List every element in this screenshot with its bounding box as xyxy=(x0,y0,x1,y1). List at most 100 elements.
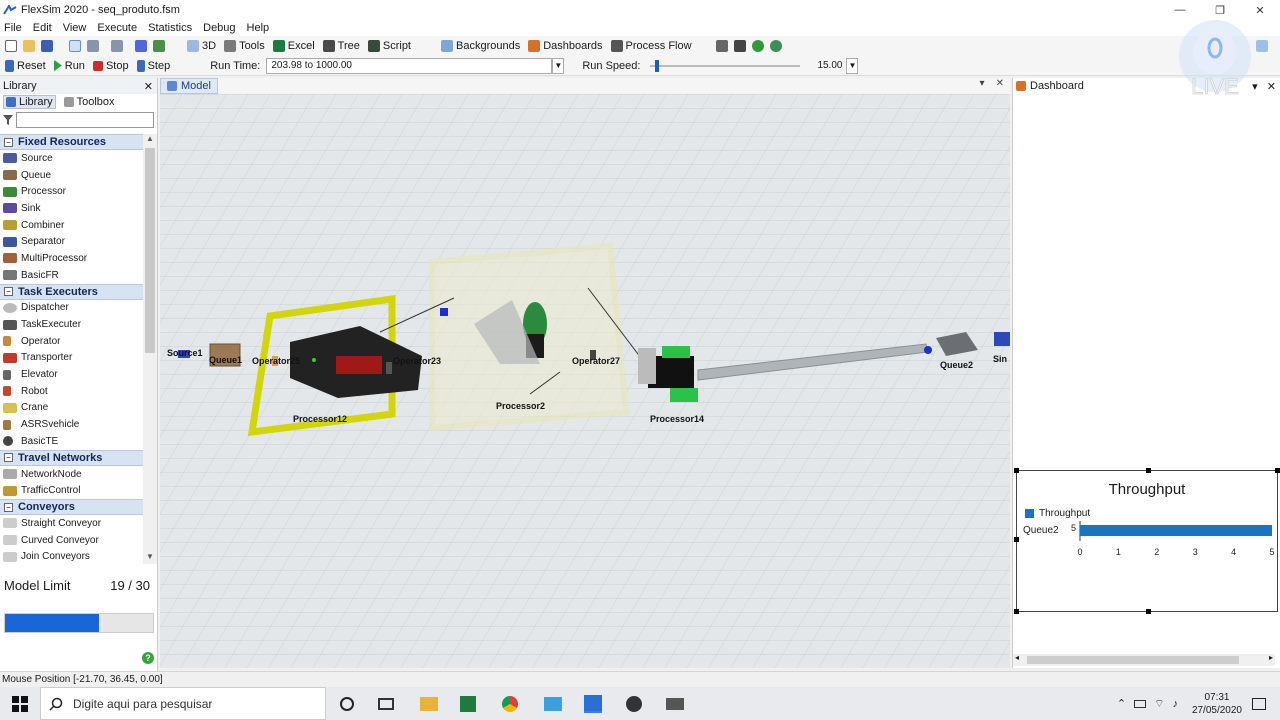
library-item-networknode[interactable]: NetworkNode xyxy=(0,466,143,483)
menu-execute[interactable]: Execute xyxy=(97,22,137,34)
run-speed-value[interactable]: 15.00 xyxy=(806,59,846,72)
dashboard-hscroll-thumb[interactable] xyxy=(1027,656,1239,664)
obs-icon[interactable] xyxy=(626,695,642,712)
tools-button[interactable]: Tools xyxy=(224,40,265,52)
run-time-field[interactable]: 203.98 to 1000.00 xyxy=(266,57,553,74)
menu-statistics[interactable]: Statistics xyxy=(148,22,192,34)
help-icon[interactable]: ? xyxy=(142,652,154,664)
tab-model[interactable]: Model xyxy=(160,78,218,94)
scroll-down-icon[interactable]: ▼ xyxy=(143,552,157,564)
view-options-icon[interactable] xyxy=(153,40,165,52)
throughput-chart[interactable]: Throughput Throughput Queue2 5 0 1 2 3 4 5 xyxy=(1014,468,1280,614)
connect-objects-icon[interactable] xyxy=(87,40,99,52)
library-item-taskexecuter[interactable]: TaskExecuter xyxy=(0,316,143,333)
scroll-right-icon[interactable]: ▸ xyxy=(1269,653,1273,662)
operator23-object[interactable] xyxy=(386,362,392,374)
library-item-elevator[interactable]: Elevator xyxy=(0,366,143,383)
library-item-source[interactable]: Source xyxy=(0,150,143,167)
library-item-curved-conveyor[interactable]: Curved Conveyor xyxy=(0,532,143,549)
game-app-icon[interactable] xyxy=(666,697,684,710)
app-icon[interactable] xyxy=(544,696,562,711)
excel-app-icon[interactable] xyxy=(460,695,476,712)
cortana-icon[interactable] xyxy=(340,696,354,711)
color-picker-icon[interactable] xyxy=(135,40,147,52)
library-item-operator[interactable]: Operator xyxy=(0,333,143,350)
collapse-icon[interactable]: − xyxy=(4,453,13,463)
layout-icon[interactable] xyxy=(715,40,728,52)
3d-model-viewport[interactable]: Source1 Queue1 Operator25 Operator23 Pro… xyxy=(160,94,1010,668)
dashboards-button[interactable]: Dashboards xyxy=(528,40,603,52)
library-item-queue[interactable]: Queue xyxy=(0,167,143,184)
save-icon[interactable] xyxy=(41,40,53,52)
library-item-robot[interactable]: Robot xyxy=(0,383,143,400)
library-item-combiner[interactable]: Combiner xyxy=(0,217,143,234)
process-flow-button[interactable]: Process Flow xyxy=(610,40,692,52)
category-task-executers[interactable]: − Task Executers xyxy=(0,283,143,300)
library-item-trafficcontrol[interactable]: TrafficControl xyxy=(0,482,143,499)
library-scroll-thumb[interactable] xyxy=(145,148,155,353)
script-button[interactable]: Script xyxy=(367,40,411,52)
run-speed-thumb[interactable] xyxy=(654,59,659,72)
library-item-crane[interactable]: Crane xyxy=(0,400,143,417)
wifi-icon[interactable]: ⌔ xyxy=(1154,697,1164,711)
notifications-icon[interactable] xyxy=(1252,697,1266,710)
tree-button[interactable]: Tree xyxy=(322,40,360,52)
file-explorer-icon[interactable] xyxy=(420,696,438,711)
flexsim-app-icon[interactable] xyxy=(584,694,602,713)
category-conveyors[interactable]: − Conveyors xyxy=(0,499,143,516)
disconnect-objects-icon[interactable] xyxy=(111,40,123,52)
collapse-icon[interactable]: − xyxy=(4,287,13,296)
reset-button[interactable]: Reset xyxy=(5,59,46,72)
library-item-straight-conveyor[interactable]: Straight Conveyor xyxy=(0,515,143,532)
menu-help[interactable]: Help xyxy=(247,22,270,34)
sink-object[interactable] xyxy=(994,332,1010,346)
taskbar-search-box[interactable]: Digite aqui para pesquisar xyxy=(40,687,326,720)
help-icon[interactable] xyxy=(751,40,764,52)
step-button[interactable]: Step xyxy=(136,59,170,72)
volume-icon[interactable]: ♪ xyxy=(1172,698,1178,710)
close-icon[interactable]: ✕ xyxy=(144,80,153,93)
library-item-processor[interactable]: Processor xyxy=(0,183,143,200)
open-folder-icon[interactable] xyxy=(23,40,35,52)
category-travel-networks[interactable]: − Travel Networks xyxy=(0,449,143,466)
window-icon[interactable] xyxy=(733,40,746,52)
3d-view-button[interactable]: 3D xyxy=(187,40,216,52)
menu-file[interactable]: File xyxy=(4,22,22,34)
library-filter-input[interactable] xyxy=(16,112,154,128)
run-button[interactable]: Run xyxy=(53,59,85,72)
stop-button[interactable]: Stop xyxy=(92,60,129,72)
library-scrollbar[interactable]: ▲ ▼ xyxy=(143,134,157,564)
library-item-basicte[interactable]: BasicTE xyxy=(0,433,143,450)
tab-toolbox[interactable]: Toolbox xyxy=(62,96,117,108)
chevron-up-icon[interactable]: ⌃ xyxy=(1117,697,1126,710)
library-item-separator[interactable]: Separator xyxy=(0,233,143,250)
clock[interactable]: 07:31 27/05/2020 xyxy=(1192,691,1242,717)
menu-debug[interactable]: Debug xyxy=(203,22,235,34)
chrome-icon[interactable] xyxy=(502,695,518,712)
run-speed-slider[interactable] xyxy=(650,58,801,74)
library-item-sink[interactable]: Sink xyxy=(0,200,143,217)
dashboard-hscrollbar[interactable]: ◂ ▸ xyxy=(1013,653,1275,666)
run-speed-dropdown[interactable]: ▼ xyxy=(846,57,859,74)
library-item-asrsvehicle[interactable]: ASRSvehicle xyxy=(0,416,143,433)
library-item-dispatcher[interactable]: Dispatcher xyxy=(0,300,143,317)
library-item-basicfr[interactable]: BasicFR xyxy=(0,267,143,284)
collapse-icon[interactable]: − xyxy=(4,502,13,512)
scroll-up-icon[interactable]: ▲ xyxy=(143,134,157,146)
tab-dashboard[interactable]: Dashboard xyxy=(1016,80,1084,92)
library-item-multiprocessor[interactable]: MultiProcessor xyxy=(0,250,143,267)
run-time-dropdown[interactable]: ▼ xyxy=(552,57,565,74)
tab-library[interactable]: Library xyxy=(3,95,56,109)
excel-button[interactable]: Excel xyxy=(272,40,315,52)
scroll-left-icon[interactable]: ◂ xyxy=(1015,653,1019,662)
backgrounds-button[interactable]: Backgrounds xyxy=(441,40,520,52)
new-file-icon[interactable] xyxy=(5,40,17,52)
category-fixed-resources[interactable]: − Fixed Resources xyxy=(0,134,143,150)
model-tab-controls[interactable]: ▾ ✕ xyxy=(979,78,1004,89)
battery-icon[interactable] xyxy=(1134,699,1147,708)
model-scene[interactable]: Source1 Queue1 Operator25 Operator23 Pro… xyxy=(160,94,1010,668)
task-view-icon[interactable] xyxy=(378,697,394,710)
library-item-transporter[interactable]: Transporter xyxy=(0,350,143,367)
menu-view[interactable]: View xyxy=(63,22,87,34)
library-item-join-conveyors[interactable]: Join Conveyors xyxy=(0,548,143,564)
